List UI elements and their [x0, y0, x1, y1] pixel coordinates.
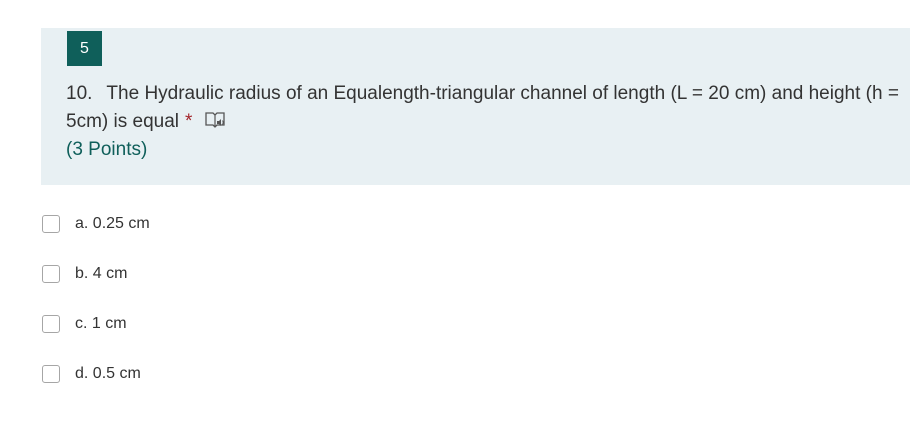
- checkbox[interactable]: [42, 365, 60, 383]
- question-number: 10.: [66, 83, 93, 104]
- option-label: d. 0.5 cm: [75, 365, 141, 382]
- checkbox[interactable]: [42, 315, 60, 333]
- option-d[interactable]: d. 0.5 cm: [41, 359, 641, 389]
- checkbox[interactable]: [42, 265, 60, 283]
- checkbox[interactable]: [42, 215, 60, 233]
- option-label: a. 0.25 cm: [75, 215, 150, 232]
- answer-options: a. 0.25 cm b. 4 cm c. 1 cm d. 0.5 cm: [41, 209, 641, 409]
- option-b[interactable]: b. 4 cm: [41, 259, 641, 289]
- question-points: (3 Points): [66, 139, 148, 160]
- option-a[interactable]: a. 0.25 cm: [41, 209, 641, 239]
- question-title: 10. The Hydraulic radius of an Equalength…: [66, 80, 901, 136]
- section-number-badge: 5: [67, 31, 102, 66]
- option-c[interactable]: c. 1 cm: [41, 309, 641, 339]
- immersive-reader-icon[interactable]: [204, 110, 226, 130]
- required-asterisk: *: [185, 111, 193, 132]
- option-label: b. 4 cm: [75, 265, 128, 282]
- question-card: 5 10. The Hydraulic radius of an Equaleng…: [41, 28, 910, 185]
- option-label: c. 1 cm: [75, 315, 127, 332]
